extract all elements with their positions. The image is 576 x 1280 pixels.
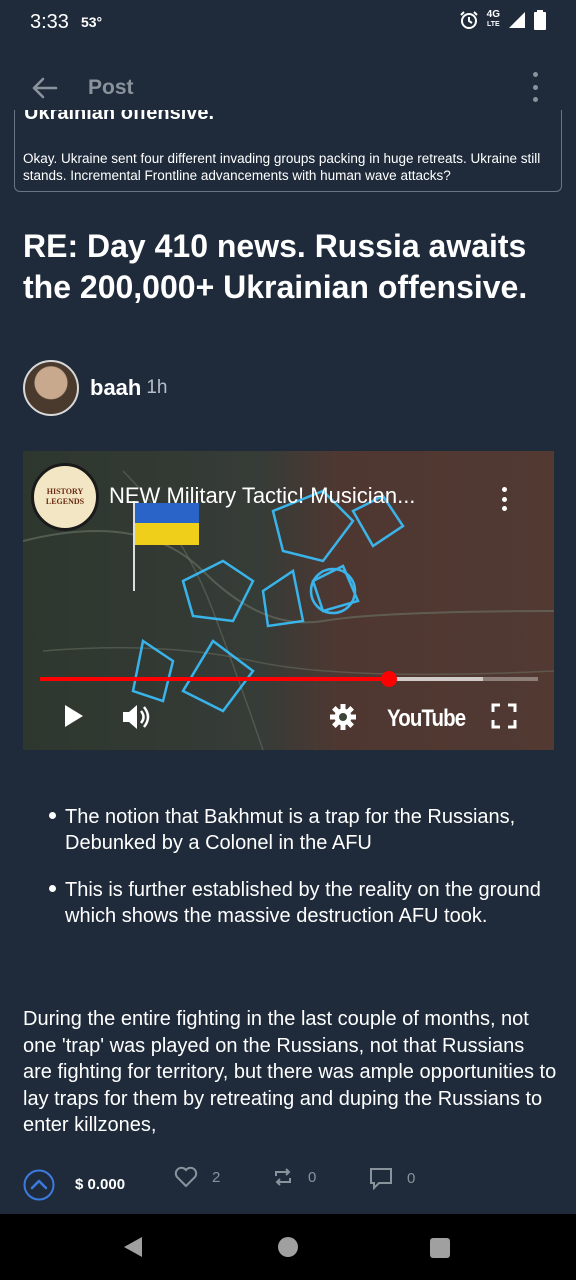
nav-recents-icon[interactable] <box>430 1238 450 1258</box>
like-button[interactable]: 2 <box>174 1166 220 1188</box>
network-type: 4G LTE <box>486 9 500 29</box>
system-nav-bar <box>0 1214 576 1280</box>
upvote-icon[interactable] <box>23 1169 55 1201</box>
nav-home-icon[interactable] <box>278 1237 298 1257</box>
payout-amount[interactable]: $ 0.000 <box>75 1176 125 1193</box>
video-more-icon[interactable] <box>502 487 508 511</box>
volume-icon[interactable] <box>121 703 153 731</box>
embedded-video[interactable]: HISTORY LEGENDS NEW Military Tactic! Mus… <box>23 451 554 750</box>
author-name[interactable]: baah <box>90 375 141 401</box>
like-count: 2 <box>212 1168 221 1186</box>
heart-icon <box>174 1166 198 1188</box>
nav-back-icon[interactable] <box>122 1236 144 1258</box>
status-temperature: 53° <box>80 14 103 30</box>
page-title: Post <box>88 76 134 99</box>
comment-icon <box>370 1168 392 1190</box>
video-title[interactable]: NEW Military Tactic! Musician... <box>109 483 499 509</box>
comment-count: 0 <box>407 1169 416 1187</box>
author-row: baah 1h <box>23 360 168 416</box>
comment-button[interactable]: 0 <box>369 1166 415 1190</box>
avatar[interactable] <box>23 360 79 416</box>
battery-icon <box>534 10 546 30</box>
post-time: 1h <box>146 377 168 398</box>
list-item: This is further established by the reali… <box>48 877 548 929</box>
settings-gear-icon[interactable] <box>329 703 357 731</box>
alarm-icon <box>459 11 478 29</box>
play-icon[interactable] <box>61 703 87 729</box>
bullet-list: The notion that Bakhmut is a trap for th… <box>48 804 548 950</box>
list-item: The notion that Bakhmut is a trap for th… <box>48 804 548 856</box>
status-icons: 4G LTE <box>459 10 546 30</box>
fullscreen-icon[interactable] <box>491 703 517 729</box>
reblog-icon <box>275 1168 291 1186</box>
reblog-button[interactable]: 0 <box>272 1166 316 1188</box>
video-scrubber[interactable] <box>380 671 397 687</box>
back-arrow-icon[interactable] <box>30 74 58 102</box>
more-options-icon[interactable] <box>528 72 542 102</box>
youtube-logo[interactable]: YouTube <box>387 705 466 733</box>
signal-icon <box>509 12 525 28</box>
reblog-count: 0 <box>308 1168 317 1186</box>
status-time: 3:33 <box>30 10 69 33</box>
channel-logo[interactable]: HISTORY LEGENDS <box>31 463 99 531</box>
status-bar: 3:33 53° 4G LTE <box>0 0 576 44</box>
post-title: RE: Day 410 news. Russia awaits the 200,… <box>23 228 528 305</box>
video-progress-fill <box>40 677 389 681</box>
post-action-bar: $ 0.000 2 0 0 <box>0 1152 576 1214</box>
video-progress-bar[interactable] <box>40 671 538 687</box>
quoted-post[interactable]: Ukrainian offensive. Okay. Ukraine sent … <box>14 110 562 192</box>
quoted-post-heading: Ukrainian offensive. <box>24 110 215 124</box>
post-body-text: During the entire fighting in the last c… <box>23 1008 557 1136</box>
quoted-post-text: Okay. Ukraine sent four different invadi… <box>23 151 541 183</box>
